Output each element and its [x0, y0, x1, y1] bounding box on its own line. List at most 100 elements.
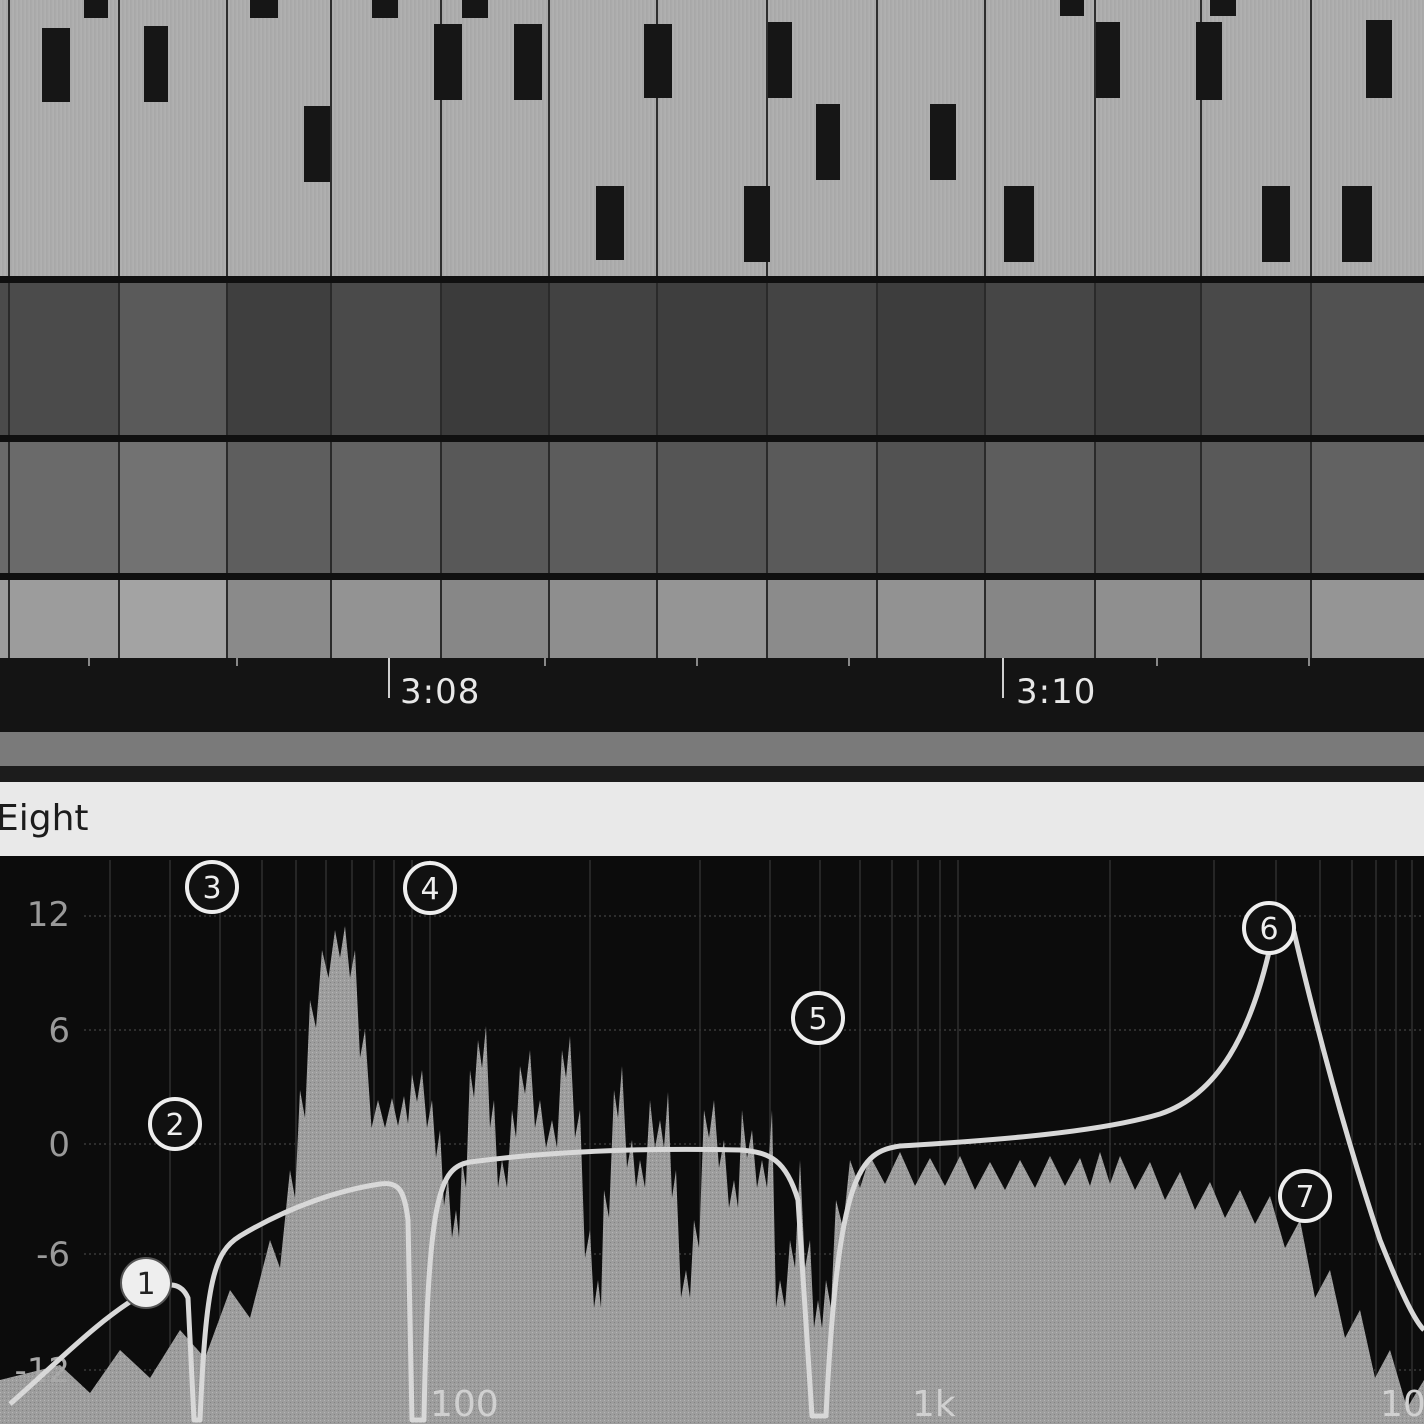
band-handle-5[interactable]: 5	[791, 991, 845, 1045]
eq-graph[interactable]: 12 6 0 -6 -12 100 1k 10 1 2 3 4 5 6 7	[0, 860, 1424, 1424]
clip-cell[interactable]	[330, 580, 440, 658]
midi-note[interactable]	[768, 22, 792, 98]
grid-line	[330, 283, 332, 435]
timeline-ruler[interactable]: 3:08 3:10	[0, 658, 1424, 732]
clip-cell[interactable]	[984, 283, 1094, 435]
grid-line	[1094, 580, 1096, 658]
band-number: 5	[808, 1002, 827, 1037]
midi-note[interactable]	[1060, 0, 1084, 16]
band-handle-2[interactable]: 2	[148, 1097, 202, 1151]
clip-cell[interactable]	[1094, 580, 1200, 658]
clip-cell[interactable]	[876, 283, 984, 435]
clip-cell[interactable]	[984, 580, 1094, 658]
midi-note[interactable]	[1210, 0, 1236, 16]
grid-line	[656, 283, 658, 435]
grid-line	[1200, 580, 1202, 658]
midi-note[interactable]	[1262, 186, 1290, 262]
device-title-bar[interactable]: Eight	[0, 782, 1424, 856]
db-label: 12	[27, 895, 70, 935]
ruler-tick	[1156, 658, 1158, 666]
grid-line	[1310, 442, 1312, 573]
clip-cell[interactable]	[226, 283, 330, 435]
clip-cell[interactable]	[656, 442, 766, 573]
midi-note[interactable]	[816, 104, 840, 180]
horizontal-scrollbar[interactable]	[0, 732, 1424, 766]
spectrum-analyzer	[0, 926, 1424, 1424]
ruler-tick-major	[388, 658, 390, 698]
clip-cell[interactable]	[330, 442, 440, 573]
grid-line	[656, 580, 658, 658]
midi-note-lane[interactable]	[0, 0, 1424, 278]
midi-note[interactable]	[462, 0, 488, 18]
clip-cell[interactable]	[1200, 283, 1310, 435]
midi-note[interactable]	[434, 24, 462, 100]
midi-note[interactable]	[1004, 186, 1034, 262]
midi-note[interactable]	[1096, 22, 1120, 98]
clip-cell[interactable]	[548, 283, 656, 435]
midi-note[interactable]	[42, 28, 70, 102]
clip-cell[interactable]	[1094, 442, 1200, 573]
grid-line	[548, 283, 550, 435]
grid-line	[876, 442, 878, 573]
clip-cell[interactable]	[226, 580, 330, 658]
clip-cell[interactable]	[1094, 283, 1200, 435]
midi-note[interactable]	[644, 24, 672, 98]
midi-note[interactable]	[84, 0, 108, 18]
midi-note[interactable]	[930, 104, 956, 180]
clip-cell[interactable]	[118, 580, 226, 658]
freq-label: 10	[1380, 1384, 1424, 1424]
db-label: -6	[36, 1235, 70, 1275]
clip-cell[interactable]	[1200, 580, 1310, 658]
band-handle-7[interactable]: 7	[1278, 1169, 1332, 1223]
clip-cell[interactable]	[876, 580, 984, 658]
midi-note[interactable]	[514, 24, 542, 100]
band-handle-4[interactable]: 4	[403, 861, 457, 915]
track-separator	[0, 435, 1424, 442]
clip-cell[interactable]	[0, 283, 118, 435]
clip-cell[interactable]	[984, 442, 1094, 573]
clip-cell[interactable]	[0, 580, 118, 658]
clip-cell[interactable]	[0, 442, 118, 573]
daw-window: 3:08 3:10 Eight 12 6 0 -6 -12 100 1k 10 …	[0, 0, 1424, 1424]
clip-cell[interactable]	[656, 580, 766, 658]
midi-note[interactable]	[596, 186, 624, 260]
band-handle-1[interactable]: 1	[120, 1257, 172, 1309]
clip-cell[interactable]	[548, 442, 656, 573]
midi-note[interactable]	[1342, 186, 1372, 262]
clip-cell[interactable]	[118, 442, 226, 573]
ruler-tick	[696, 658, 698, 666]
clip-cell[interactable]	[440, 442, 548, 573]
midi-note[interactable]	[1196, 22, 1222, 100]
band-number: 3	[202, 871, 221, 906]
midi-note[interactable]	[1366, 20, 1392, 98]
midi-note[interactable]	[250, 0, 278, 18]
midi-note[interactable]	[744, 186, 770, 262]
clip-cell[interactable]	[1310, 283, 1424, 435]
midi-note[interactable]	[372, 0, 398, 18]
clip-track[interactable]	[0, 580, 1424, 658]
grid-line	[656, 442, 658, 573]
band-handle-3[interactable]: 3	[185, 860, 239, 914]
clip-cell[interactable]	[1200, 442, 1310, 573]
midi-note[interactable]	[144, 26, 168, 102]
band-handle-6[interactable]: 6	[1242, 901, 1296, 955]
eq-display[interactable]: 12 6 0 -6 -12 100 1k 10 1 2 3 4 5 6 7	[0, 860, 1424, 1424]
clip-cell[interactable]	[876, 442, 984, 573]
clip-cell[interactable]	[1310, 442, 1424, 573]
clip-cell[interactable]	[440, 580, 548, 658]
clip-cell[interactable]	[548, 580, 656, 658]
clip-cell[interactable]	[766, 442, 876, 573]
clip-cell[interactable]	[440, 283, 548, 435]
clip-cell[interactable]	[118, 283, 226, 435]
clip-cell[interactable]	[330, 283, 440, 435]
clip-cell[interactable]	[226, 442, 330, 573]
clip-cell[interactable]	[1310, 580, 1424, 658]
grid-line	[118, 283, 120, 435]
clip-cell[interactable]	[766, 283, 876, 435]
clip-track[interactable]	[0, 442, 1424, 573]
clip-cell[interactable]	[766, 580, 876, 658]
clip-track[interactable]	[0, 283, 1424, 435]
clip-cell[interactable]	[656, 283, 766, 435]
midi-note[interactable]	[304, 106, 330, 182]
grid-line	[8, 0, 10, 278]
